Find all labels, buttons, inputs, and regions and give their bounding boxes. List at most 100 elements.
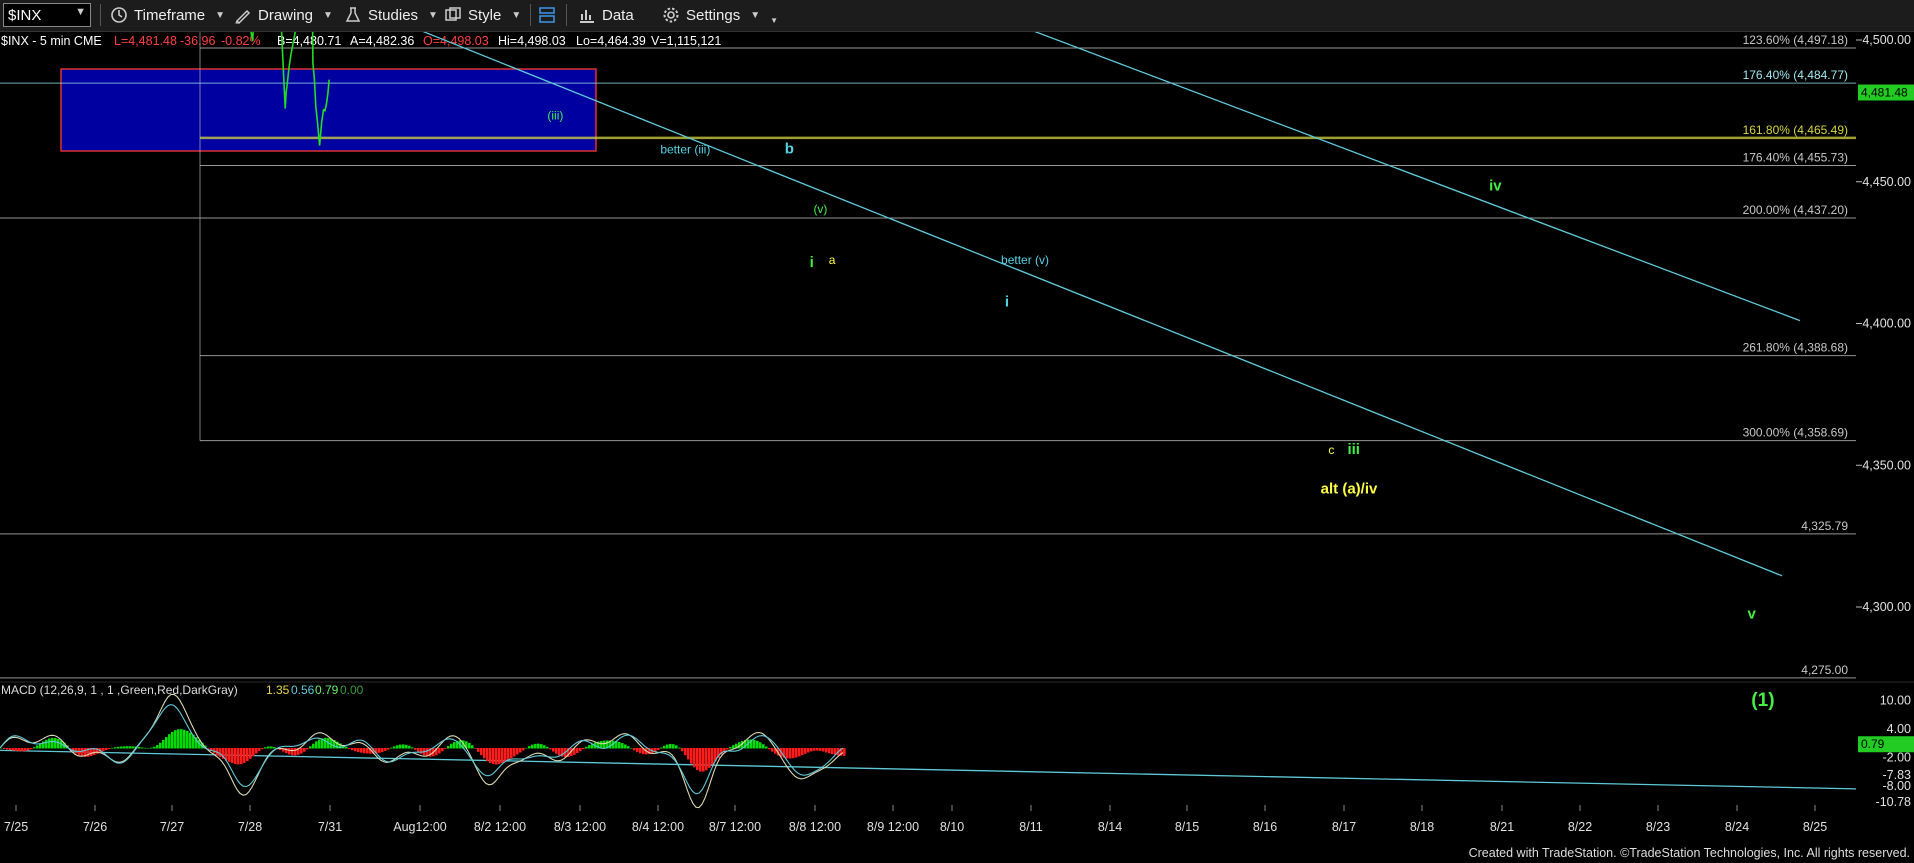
header-change-pct: -0.82% — [221, 34, 261, 48]
drawing-button[interactable]: Drawing ▼ — [234, 3, 333, 27]
macd-histogram-bar — [492, 748, 495, 765]
macd-histogram-bar — [417, 748, 420, 752]
macd-title: MACD (12,26,9, 1 , 1 ,Green,Red,DarkGray… — [1, 683, 238, 697]
header-change: -36.96 — [180, 34, 215, 48]
macd-histogram-bar — [675, 745, 678, 749]
macd-histogram-bar — [129, 746, 132, 749]
macd-histogram-bar — [324, 737, 327, 749]
x-axis-label: 8/3 12:00 — [554, 820, 606, 834]
macd-histogram-bar — [15, 748, 18, 752]
macd-histogram-bar — [468, 742, 471, 749]
macd-histogram-bar — [243, 748, 246, 763]
timeframe-button[interactable]: Timeframe ▼ — [110, 3, 225, 27]
macd-histogram-bar — [525, 747, 528, 749]
fib-level-label: 300.00% (4,358.69) — [1743, 426, 1848, 440]
macd-histogram-bar — [351, 748, 354, 751]
macd-histogram-bar — [114, 747, 117, 749]
macd-histogram-bar — [303, 748, 306, 752]
macd-histogram-bar — [450, 743, 453, 749]
macd-histogram-bar — [249, 748, 252, 759]
header-ask: A=4,482.36 — [350, 34, 414, 48]
macd-histogram-bar — [123, 746, 126, 749]
macd-histogram-bar — [537, 743, 540, 749]
macd-histogram-bar — [345, 746, 348, 749]
macd-histogram-bar — [483, 748, 486, 759]
macd-histogram-bar — [309, 746, 312, 749]
macd-histogram-bar — [384, 748, 387, 751]
y-axis-label: 4,450.00 — [1862, 175, 1911, 189]
macd-histogram-bar — [138, 747, 141, 749]
symbol-value: $INX — [8, 6, 42, 24]
macd-histogram-bar — [30, 748, 33, 750]
macd-histogram-bar — [633, 748, 636, 751]
footer-copyright: Created with TradeStation. ©TradeStation… — [1468, 846, 1910, 860]
x-axis-label: 8/23 — [1646, 820, 1670, 834]
style-button[interactable]: Style ▼ — [444, 3, 521, 27]
macd-histogram-bar — [252, 748, 255, 757]
macd-histogram-bar — [528, 746, 531, 749]
macd-histogram-bar — [33, 747, 36, 749]
macd-histogram-bar — [237, 748, 240, 765]
data-button[interactable]: Data — [578, 3, 634, 27]
toolbar-separator — [530, 4, 531, 26]
macd-value-2: 0.56 — [291, 683, 315, 697]
data-icon — [580, 10, 594, 23]
macd-histogram-bar — [489, 748, 492, 764]
settings-button[interactable]: Settings ▼ ▼ — [662, 3, 778, 27]
toolbar-separator — [100, 4, 101, 26]
chevron-down-icon[interactable]: ▼ — [75, 6, 86, 18]
macd-histogram-bar — [240, 748, 243, 765]
macd-histogram-bar — [420, 748, 423, 754]
macd-histogram-bar — [552, 748, 555, 752]
macd-histogram-bar — [453, 742, 456, 749]
wave-label: (iii) — [547, 108, 563, 122]
macd-histogram-bar — [21, 748, 24, 752]
macd-histogram-bar — [111, 747, 114, 749]
macd-histogram-bar — [708, 748, 711, 768]
macd-histogram-bar — [663, 745, 666, 749]
macd-histogram-bar — [393, 746, 396, 749]
macd-histogram-bar — [45, 739, 48, 749]
drawing-icon — [235, 9, 251, 24]
macd-histogram-bar — [753, 739, 756, 749]
layout-button[interactable] — [538, 3, 556, 27]
macd-histogram-bar — [813, 748, 816, 751]
wave-label: b — [785, 140, 794, 157]
macd-histogram-bar — [519, 748, 522, 753]
macd-histogram-bar — [789, 748, 792, 759]
macd-histogram-bar — [291, 748, 294, 756]
macd-histogram-bar — [531, 744, 534, 749]
settings-label: Settings — [686, 6, 741, 24]
studies-button[interactable]: Studies ▼ — [344, 3, 438, 27]
macd-histogram-bar — [474, 748, 477, 749]
macd-axis-label: 4.00 — [1887, 722, 1911, 736]
macd-histogram-bar — [447, 745, 450, 749]
x-axis-label: 8/15 — [1175, 820, 1199, 834]
macd-histogram-bar — [477, 748, 480, 752]
studies-icon — [345, 7, 361, 22]
macd-histogram-bar — [228, 748, 231, 762]
macd-histogram-bar — [438, 748, 441, 754]
macd-histogram-bar — [522, 748, 525, 751]
macd-histogram-bar — [51, 737, 54, 749]
macd-histogram-bar — [126, 746, 129, 749]
chart-canvas[interactable]: $INX - 5 min CME L=4,481.48 -36.96 -0.82… — [0, 32, 1914, 840]
macd-histogram-bar — [186, 730, 189, 749]
wave-label: i — [1005, 293, 1009, 310]
macd-histogram-bar — [678, 747, 681, 749]
macd-histogram-bar — [54, 737, 57, 749]
macd-histogram-bar — [816, 748, 819, 751]
macd-histogram-bar — [576, 748, 579, 754]
x-axis-label: 8/4 12:00 — [632, 820, 684, 834]
layout-icon — [539, 7, 555, 23]
timeframe-icon — [111, 7, 127, 23]
macd-histogram-bar — [348, 748, 351, 749]
macd-histogram-bar — [24, 748, 27, 752]
macd-histogram-bar — [207, 748, 210, 749]
symbol-input[interactable]: $INX ▼ — [3, 3, 91, 27]
header-volume: V=1,115,121 — [651, 34, 721, 48]
macd-histogram-bar — [807, 748, 810, 753]
macd-histogram-bar — [444, 748, 447, 749]
macd-histogram-bar — [396, 745, 399, 749]
macd-histogram-bar — [381, 748, 384, 752]
